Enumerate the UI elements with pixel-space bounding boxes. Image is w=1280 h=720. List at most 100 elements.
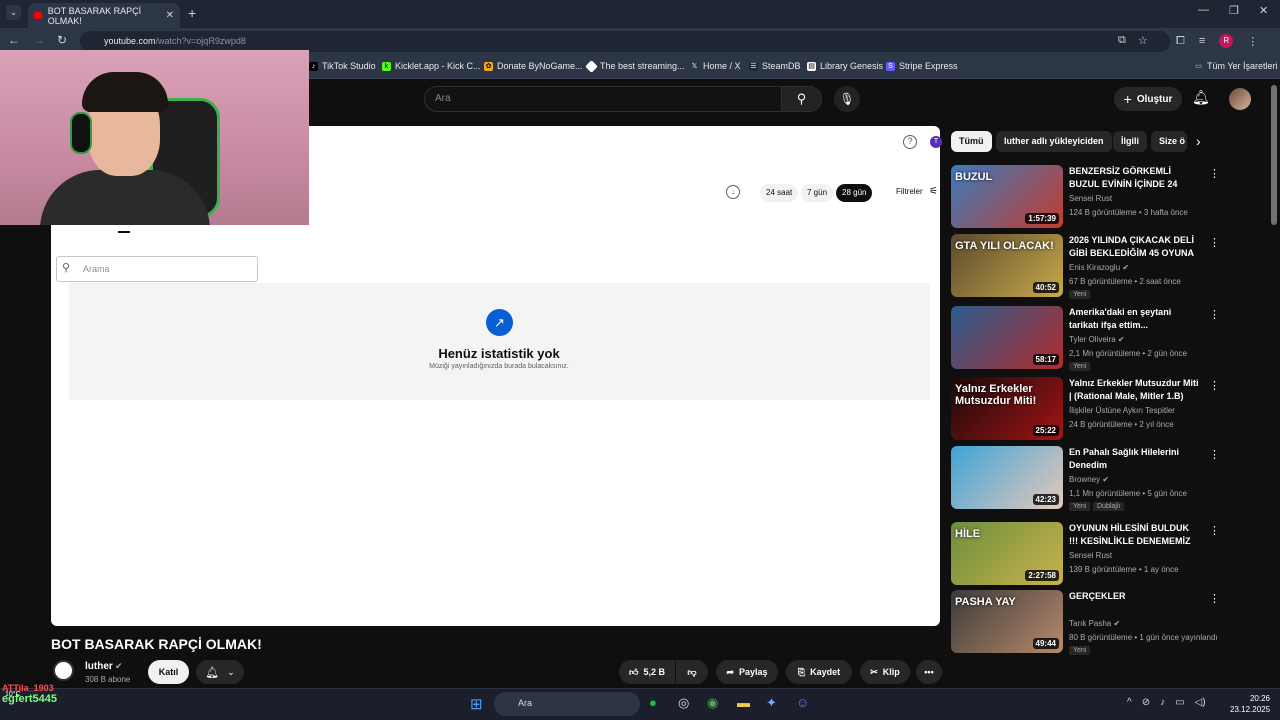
recommendation-title[interactable]: Yalnız Erkekler Mutsuzdur Miti | (Ration… xyxy=(1069,377,1199,403)
channel-name[interactable]: luther xyxy=(85,661,113,672)
maximize-button[interactable]: ❐ xyxy=(1229,4,1239,17)
period-chip-7d[interactable]: 7 gün xyxy=(801,184,834,202)
tab-close-icon[interactable]: ✕ xyxy=(166,10,174,21)
account-avatar[interactable] xyxy=(1229,88,1251,110)
bookmark-home-x[interactable]: 𝕏 Home / X xyxy=(690,61,741,71)
download-icon[interactable]: ↓ xyxy=(726,185,740,199)
recommendation-title[interactable]: GERÇEKLER xyxy=(1069,590,1199,603)
video-thumbnail[interactable]: Yalnız Erkekler Mutsuzdur Miti! 25:22 xyxy=(951,377,1063,440)
steam-icon[interactable]: ✦ xyxy=(766,695,777,711)
cast-icon[interactable]: ⧉ xyxy=(1118,34,1126,47)
profile-avatar[interactable]: R xyxy=(1219,34,1234,48)
video-thumbnail[interactable]: 42:23 xyxy=(951,446,1063,509)
recommendation-channel[interactable]: Enis Kirazoglu ✔ xyxy=(1069,263,1129,272)
chip-related[interactable]: İlgili xyxy=(1113,131,1147,152)
url-input[interactable]: youtube.com/watch?v=ojqR9zwpd8 xyxy=(80,31,1170,52)
more-vert-icon[interactable]: ⋮ xyxy=(1209,308,1220,321)
recommendation-title[interactable]: En Pahalı Sağlık Hilelerini Denedim xyxy=(1069,446,1199,472)
recommendation-item[interactable]: 42:23 En Pahalı Sağlık Hilelerini Denedim… xyxy=(951,446,1221,511)
filters-sliders-icon[interactable]: ⚟ xyxy=(929,186,938,197)
video-thumbnail[interactable]: HİLE 2:27:58 xyxy=(951,522,1063,585)
bookmark-tiktok-studio[interactable]: ♪ TikTok Studio xyxy=(309,61,376,71)
more-vert-icon[interactable]: ⋮ xyxy=(1209,592,1220,605)
back-arrow-icon[interactable]: ← xyxy=(8,33,20,47)
subscription-bell-button[interactable]: 🔔︎ ⌄ xyxy=(196,660,244,684)
reload-icon[interactable]: ↻ xyxy=(57,33,67,47)
bookmark-star-icon[interactable]: ☆ xyxy=(1138,34,1148,47)
spotify-icon[interactable]: ● xyxy=(649,695,657,710)
recommendation-title[interactable]: Amerika'daki en şeytani tarikatı ifşa et… xyxy=(1069,306,1199,332)
chevron-up-icon[interactable]: ^ xyxy=(1127,697,1132,708)
recommendation-item[interactable]: BUZUL 1:57:39 BENZERSİZ GÖRKEMLİ BUZUL EVİ… xyxy=(951,165,1221,229)
more-vert-icon[interactable]: ⋮ xyxy=(1209,379,1220,392)
bookmark-kicklet[interactable]: k Kicklet.app - Kick C... xyxy=(382,61,481,71)
all-bookmarks[interactable]: ▭ Tüm Yer İşaretleri xyxy=(1194,61,1277,71)
recommendation-item[interactable]: PASHA YAY 49:44 GERÇEKLER Tarık Pasha ✔ 80 B… xyxy=(951,590,1221,655)
tab-search-button[interactable]: ⌄ xyxy=(6,5,21,20)
chip-all[interactable]: Tümü xyxy=(951,131,992,152)
bookmark-steamdb[interactable]: ☰ SteamDB xyxy=(749,61,801,71)
recommendation-channel[interactable]: Browney ✔ xyxy=(1069,475,1109,484)
more-vert-icon[interactable]: ⋮ xyxy=(1209,236,1220,249)
new-tab-button[interactable]: + xyxy=(188,5,196,21)
video-thumbnail[interactable]: BUZUL 1:57:39 xyxy=(951,165,1063,228)
close-window-button[interactable]: ✕ xyxy=(1259,4,1268,17)
browser-menu-icon[interactable]: ⋮ xyxy=(1247,35,1258,48)
recommendation-channel[interactable]: Tarık Pasha ✔ xyxy=(1069,619,1120,628)
bookmark-stripe-express[interactable]: S Stripe Express xyxy=(886,61,958,71)
clock[interactable]: 20:26 23.12.2025 xyxy=(1230,693,1270,715)
period-chip-24h[interactable]: 24 saat xyxy=(760,184,799,202)
file-explorer-icon[interactable]: ▬ xyxy=(737,695,750,710)
filters-button[interactable]: Filtreler xyxy=(896,187,923,196)
discord-icon[interactable]: ☺ xyxy=(796,695,809,710)
join-button[interactable]: Katıl xyxy=(148,660,189,684)
dislike-button[interactable]: 👎︎ xyxy=(676,660,708,684)
more-vert-icon[interactable]: ⋮ xyxy=(1209,448,1220,461)
forward-arrow-icon[interactable]: → xyxy=(33,33,45,47)
recommendation-channel[interactable]: Sensei Rust xyxy=(1069,194,1112,203)
chrome-icon[interactable]: ◉ xyxy=(707,695,718,711)
recommendation-channel[interactable]: Tyler Oliveira ✔ xyxy=(1069,335,1125,344)
more-vert-icon[interactable]: ⋮ xyxy=(1209,524,1220,537)
create-button[interactable]: + Oluştur xyxy=(1114,87,1182,111)
bookmark-streaming[interactable]: The best streaming... xyxy=(585,59,685,73)
video-thumbnail[interactable]: 58:17 xyxy=(951,306,1063,369)
browser-tab-active[interactable]: BOT BASARAK RAPÇİ OLMAK! ✕ xyxy=(28,3,180,28)
scrollbar[interactable] xyxy=(1271,85,1277,225)
recommendation-title[interactable]: 2026 YILINDA ÇIKACAK DELİ GİBİ BEKLEDİĞİ… xyxy=(1069,234,1199,261)
recommendation-item[interactable]: HİLE 2:27:58 OYUNUN HİLESİNİ BULDUK !!! KE… xyxy=(951,522,1221,586)
recommendation-item[interactable]: Yalnız Erkekler Mutsuzdur Miti! 25:22 Yaln… xyxy=(951,377,1221,441)
extensions-icon[interactable]: ⧠ xyxy=(1176,35,1185,48)
network-off-icon[interactable]: ⊘ xyxy=(1142,697,1150,708)
recommendation-channel[interactable]: Sensei Rust xyxy=(1069,551,1112,560)
more-actions-button[interactable]: ••• xyxy=(916,660,942,684)
taskbar-search[interactable]: Ara xyxy=(494,692,640,716)
display-icon[interactable]: ▭ xyxy=(1175,697,1184,708)
share-button[interactable]: ➦ Paylaş xyxy=(716,660,778,684)
search-icon[interactable]: ⚲ xyxy=(782,86,822,112)
volume-icon[interactable]: ◁) xyxy=(1195,697,1206,708)
clip-button[interactable]: ✂ Klip xyxy=(860,660,910,684)
windows-start-icon[interactable]: ⊞ xyxy=(470,695,483,713)
recommendation-title[interactable]: OYUNUN HİLESİNİ BULDUK !!! KESİNLİKLE DE… xyxy=(1069,522,1199,549)
notifications-bell-icon[interactable]: 🔔︎ xyxy=(1192,89,1210,106)
chip-for-you[interactable]: Size ö xyxy=(1151,131,1187,152)
recommendation-title[interactable]: BENZERSİZ GÖRKEMLİ BUZUL EVİNİN İÇİNDE 2… xyxy=(1069,165,1199,192)
recommendation-item[interactable]: 58:17 Amerika'daki en şeytani tarikatı if… xyxy=(951,306,1221,371)
channel-avatar[interactable] xyxy=(53,660,74,681)
chip-from-uploader[interactable]: luther adlı yükleyiciden xyxy=(996,131,1112,152)
studio-account-badge[interactable]: T xyxy=(930,136,942,148)
video-thumbnail[interactable]: GTA YILI OLACAK! 40:52 xyxy=(951,234,1063,297)
stats-search-input[interactable]: Arama xyxy=(56,256,258,282)
youtube-search-input[interactable]: Ara xyxy=(424,86,782,112)
chevron-right-icon[interactable]: › xyxy=(1196,133,1201,149)
save-button[interactable]: ⎘ Kaydet xyxy=(786,660,852,684)
media-controls-icon[interactable]: ≡ xyxy=(1199,35,1205,47)
video-thumbnail[interactable]: PASHA YAY 49:44 xyxy=(951,590,1063,653)
microphone-icon[interactable]: ♪ xyxy=(1160,697,1165,708)
github-icon[interactable]: ◎ xyxy=(678,695,689,711)
more-vert-icon[interactable]: ⋮ xyxy=(1209,167,1220,180)
like-button[interactable]: 👍︎ 5,2 B xyxy=(619,660,675,684)
bookmark-library-genesis[interactable]: ▤ Library Genesis xyxy=(807,61,883,71)
period-chip-28d[interactable]: 28 gün xyxy=(836,184,873,202)
